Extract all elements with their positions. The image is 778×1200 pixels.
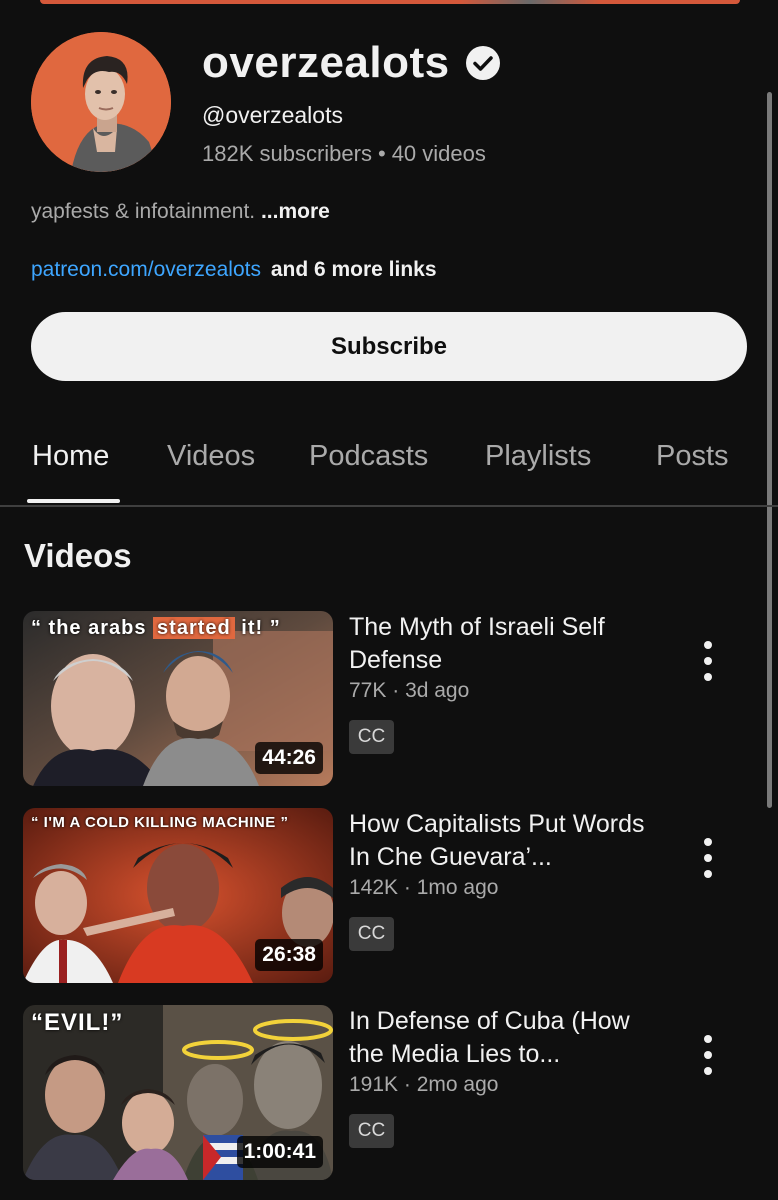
video-count: 40 videos xyxy=(391,141,486,166)
description-text: yapfests & infotainment. xyxy=(31,200,256,223)
thumbnail-caption: “ I'M A COLD KILLING MACHINE ” xyxy=(31,814,289,831)
video-meta: 77K · 3d ago xyxy=(349,679,469,703)
video-duration: 1:00:41 xyxy=(236,1136,323,1168)
thumbnail-caption: “ the arabs started it! ” xyxy=(31,617,281,640)
more-options-icon[interactable] xyxy=(696,838,720,878)
video-meta: 191K · 2mo ago xyxy=(349,1073,498,1097)
view-count: 191K xyxy=(349,1073,399,1096)
thumbnail-caption: “EVIL!” xyxy=(31,1009,124,1036)
upload-age: 3d ago xyxy=(405,679,470,702)
channel-description[interactable]: yapfests & infotainment. ...more xyxy=(31,200,330,224)
video-item[interactable]: “ I'M A COLD KILLING MACHINE ” 26:38 How… xyxy=(0,808,778,983)
video-thumbnail[interactable]: “ I'M A COLD KILLING MACHINE ” 26:38 xyxy=(23,808,333,983)
channel-title-row: overzealots xyxy=(202,38,500,88)
cc-badge: CC xyxy=(349,1114,394,1148)
verified-check-icon xyxy=(465,46,500,80)
video-thumbnail[interactable]: “EVIL!” 1:00:41 xyxy=(23,1005,333,1180)
video-duration: 26:38 xyxy=(255,939,323,971)
video-thumbnail[interactable]: “ the arabs started it! ” 44:26 xyxy=(23,611,333,786)
separator-dot: • xyxy=(377,141,386,166)
tab-posts[interactable]: Posts xyxy=(656,440,729,473)
channel-tabs: Home Videos Podcasts Playlists Posts xyxy=(0,430,778,506)
tab-podcasts[interactable]: Podcasts xyxy=(309,440,428,473)
video-meta: 142K · 1mo ago xyxy=(349,876,498,900)
patreon-link[interactable]: patreon.com/overzealots xyxy=(31,258,261,281)
upload-age: 1mo ago xyxy=(416,876,499,899)
channel-avatar[interactable] xyxy=(31,32,171,172)
more-links-button[interactable]: and 6 more links xyxy=(271,258,437,281)
tab-playlists[interactable]: Playlists xyxy=(485,440,591,473)
tab-home[interactable]: Home xyxy=(32,440,109,473)
video-title[interactable]: In Defense of Cuba (How the Media Lies t… xyxy=(349,1005,649,1071)
section-title: Videos xyxy=(24,537,132,574)
meta-separator: · xyxy=(403,1073,411,1096)
channel-handle: @overzealots xyxy=(202,102,343,128)
video-title[interactable]: The Myth of Israeli Self Defense xyxy=(349,611,649,677)
video-title[interactable]: How Capitalists Put Words In Che Guevara… xyxy=(349,808,649,874)
cc-badge: CC xyxy=(349,720,394,754)
channel-banner[interactable] xyxy=(40,0,740,4)
avatar-image xyxy=(31,32,171,172)
description-more-link[interactable]: ...more xyxy=(261,200,330,223)
tab-videos[interactable]: Videos xyxy=(167,440,255,473)
meta-separator: · xyxy=(392,679,400,702)
more-options-icon[interactable] xyxy=(696,1035,720,1075)
channel-name: overzealots xyxy=(202,38,450,87)
upload-age: 2mo ago xyxy=(416,1073,499,1096)
view-count: 142K xyxy=(349,876,399,899)
channel-page: overzealots @overzealots 182K subscriber… xyxy=(0,0,778,1200)
video-duration: 44:26 xyxy=(255,742,323,774)
caption-text: “ the arabs xyxy=(31,617,154,639)
subscribe-button[interactable]: Subscribe xyxy=(31,312,747,381)
caption-text: it! ” xyxy=(234,617,281,639)
meta-separator: · xyxy=(403,876,411,899)
video-item[interactable]: “EVIL!” 1:00:41 In Defense of Cuba (How … xyxy=(0,1005,778,1180)
more-options-icon[interactable] xyxy=(696,641,720,681)
cc-badge: CC xyxy=(349,917,394,951)
channel-stats: 182K subscribers • 40 videos xyxy=(202,141,486,167)
subscriber-count: 182K subscribers xyxy=(202,141,372,166)
video-item[interactable]: “ the arabs started it! ” 44:26 The Myth… xyxy=(0,611,778,786)
caption-highlight: started xyxy=(153,617,235,639)
tabs-divider xyxy=(0,505,778,507)
active-tab-indicator xyxy=(27,499,120,503)
view-count: 77K xyxy=(349,679,387,702)
channel-links: patreon.com/overzealots and 6 more links xyxy=(31,258,437,282)
